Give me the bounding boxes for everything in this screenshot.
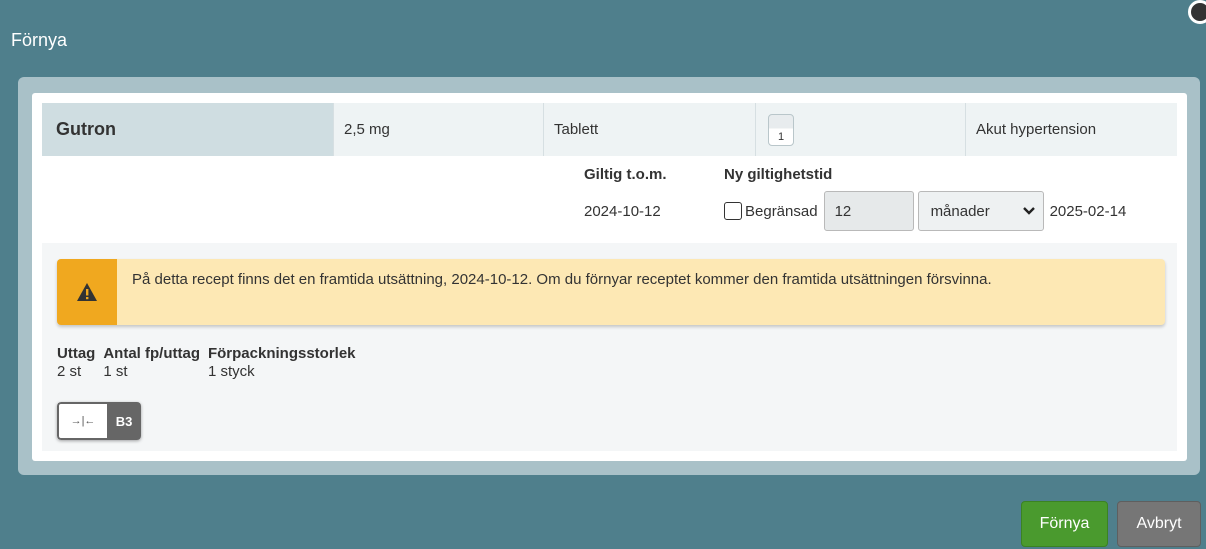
new-validity-label: Ny giltighetstid <box>724 166 833 183</box>
quantity-badge: 1 <box>768 113 794 146</box>
warning-icon <box>57 259 117 325</box>
collapse-arrows-icon: →|← <box>57 402 107 440</box>
chevron-down-icon <box>1022 204 1035 218</box>
valid-until-value: 2024-10-12 <box>584 203 661 220</box>
renew-button[interactable]: Förnya <box>1021 501 1108 547</box>
package-size-value: 1 styck <box>207 363 255 380</box>
packages-per-withdrawal-header: Antal fp/uttag <box>103 345 200 362</box>
b3-label: B3 <box>107 402 141 440</box>
packages-per-withdrawal-column: Antal fp/uttag 1 st <box>103 345 200 380</box>
duration-input[interactable]: 12 <box>823 191 914 231</box>
future-discontinuation-warning: På detta recept finns det en framtida ut… <box>57 259 1165 325</box>
limited-label: Begränsad <box>745 202 818 220</box>
dispensing-panel: På detta recept finns det en framtida ut… <box>42 243 1177 451</box>
dispensing-info: Uttag 2 st Antal fp/uttag 1 st Förpackni… <box>57 345 364 380</box>
duration-unit-select[interactable]: månader <box>917 191 1044 231</box>
cancel-button[interactable]: Avbryt <box>1117 501 1201 547</box>
close-icon[interactable] <box>1188 0 1206 24</box>
limited-checkbox[interactable] <box>724 202 742 220</box>
valid-until-label: Giltig t.o.m. <box>584 166 667 183</box>
medication-form: Tablett <box>544 103 756 156</box>
package-size-column: Förpackningsstorlek 1 styck <box>208 345 356 380</box>
medication-row: Gutron 2,5 mg Tablett 1 Akut hypertensio… <box>42 103 1177 156</box>
withdrawals-column: Uttag 2 st <box>57 345 95 380</box>
dialog-body: Gutron 2,5 mg Tablett 1 Akut hypertensio… <box>18 77 1200 475</box>
withdrawals-header: Uttag <box>57 345 96 362</box>
quantity-value: 1 <box>777 130 785 143</box>
duration-unit-value: månader <box>930 202 990 220</box>
package-size-header: Förpackningsstorlek <box>207 345 356 362</box>
new-end-date: 2025-02-14 <box>1049 202 1127 220</box>
medication-quantity-cell: 1 <box>756 103 966 156</box>
warning-text: På detta recept finns det en framtida ut… <box>132 271 992 288</box>
medication-indication: Akut hypertension <box>976 121 1097 138</box>
medication-strength: 2,5 mg <box>334 103 544 156</box>
withdrawals-value: 2 st <box>57 363 82 380</box>
dialog-title: Förnya <box>11 30 68 50</box>
prescription-card: Gutron 2,5 mg Tablett 1 Akut hypertensio… <box>32 93 1187 461</box>
medication-name: Gutron <box>42 103 334 156</box>
new-validity-controls: Begränsad 12 månader 2025-02-14 <box>724 191 1126 231</box>
b3-toggle[interactable]: →|← B3 <box>57 402 141 440</box>
packages-per-withdrawal-value: 1 st <box>103 363 128 380</box>
